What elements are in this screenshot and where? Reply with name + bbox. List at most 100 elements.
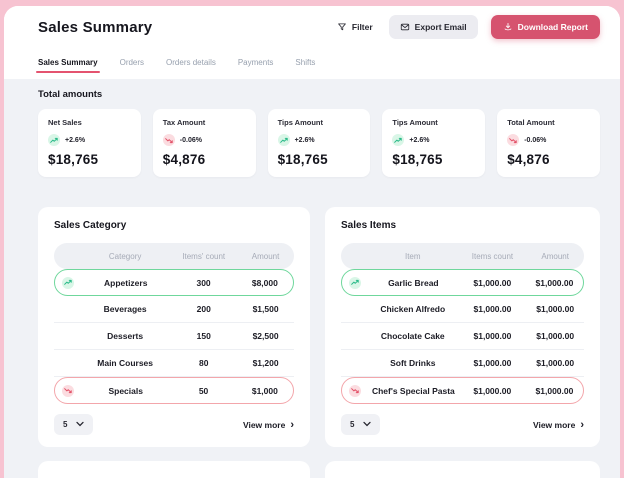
page-title: Sales Summary	[38, 18, 153, 36]
row-name: Chocolate Cake	[380, 331, 445, 341]
row-count: 50	[198, 385, 209, 396]
chevron-right-icon: ›	[290, 418, 294, 431]
stat-label: Tips Amount	[277, 118, 324, 127]
stat-trend: +2.6%	[277, 134, 361, 146]
row-name: Soft Drinks	[390, 358, 436, 368]
tab-orders[interactable]: Orders	[120, 53, 144, 74]
stat-amount: $18,765	[392, 152, 443, 167]
stat-trend: -0.06%	[507, 134, 590, 146]
row-amount: $2,500	[252, 331, 279, 341]
row-count: $1,000.00	[473, 277, 512, 288]
stat-card: Tips Amount +2.6% $18,765	[382, 109, 486, 177]
row-amount: $1,000.00	[536, 304, 575, 314]
filter-button[interactable]: Filter	[331, 16, 379, 38]
table-row: Garlic Bread $1,000.00 $1,000.00	[341, 269, 584, 296]
page-size-dropdown[interactable]: 5	[54, 414, 94, 435]
stat-trend: +2.6%	[392, 134, 475, 146]
stat-change: +2.6%	[409, 136, 430, 144]
panel-sales-category: Sales Category Category Items' count Amoun…	[38, 207, 310, 447]
stat-trend: -0.06%	[162, 134, 246, 146]
row-name: Appetizers	[103, 277, 148, 288]
funnel-icon	[337, 22, 347, 32]
page: Sales Summary Filter Export Email Downlo…	[4, 6, 620, 478]
tab-shifts[interactable]: Shifts	[295, 53, 315, 74]
row-name: Main Courses	[97, 358, 154, 368]
stat-amount: $4,876	[162, 152, 206, 167]
table-row: Beverages 200 $1,500	[54, 296, 294, 323]
trend-up-icon	[392, 134, 405, 146]
panel-title: Sales Category	[54, 220, 127, 231]
row-name: Desserts	[107, 331, 144, 341]
table-body: Garlic Bread $1,000.00 $1,000.00 Chicken…	[341, 269, 584, 404]
row-count: 150	[196, 331, 211, 341]
column-header: Amount	[251, 251, 280, 261]
panels-row: Sales Category Category Items' count Amoun…	[38, 207, 600, 447]
chevron-down-icon	[76, 420, 85, 429]
panel-sales-items: Sales Items Item Items count Amount Garlic…	[325, 207, 600, 447]
stat-change: +2.6%	[294, 136, 315, 144]
row-name: Chef's Special Pasta	[371, 385, 455, 396]
column-header: Items' count	[182, 251, 226, 261]
download-report-button-label: Download Report	[517, 22, 588, 32]
export-email-button[interactable]: Export Email	[388, 15, 478, 39]
chevron-right-icon: ›	[580, 418, 584, 431]
bottom-cards-row	[38, 461, 600, 478]
stat-label: Tax Amount	[162, 118, 206, 127]
panel-title: Sales Items	[341, 220, 397, 231]
stat-trend: +2.6%	[48, 134, 131, 146]
tab-bar: Sales Summary Orders Orders details Payment…	[4, 48, 620, 79]
stat-amount: $18,765	[277, 152, 328, 167]
row-name: Garlic Bread	[388, 277, 439, 288]
view-more-label: View more	[532, 419, 576, 430]
row-amount: $1,000.00	[535, 277, 574, 288]
stat-label: Tips Amount	[392, 118, 438, 127]
trend-down-icon	[507, 134, 520, 146]
view-more-label: View more	[242, 419, 286, 430]
row-count: 80	[198, 358, 209, 368]
trend-up-icon	[277, 134, 290, 146]
column-header: Category	[108, 251, 142, 261]
table-row: Desserts 150 $2,500	[54, 323, 294, 350]
page-size-value: 5	[350, 420, 355, 429]
stat-card: Total Amount -0.06% $4,876	[497, 109, 600, 177]
trend-down-icon	[62, 384, 74, 397]
stat-label: Net Sales	[48, 118, 82, 127]
table-footer: 5 View more ›	[341, 414, 584, 435]
trend-down-icon	[162, 134, 175, 146]
row-amount: $1,000.00	[535, 385, 574, 396]
stat-amount: $18,765	[48, 152, 99, 167]
page-size-value: 5	[63, 420, 68, 429]
view-more-link[interactable]: View more ›	[532, 418, 584, 431]
column-header: Items count	[471, 251, 514, 261]
view-more-link[interactable]: View more ›	[242, 418, 294, 431]
stat-label: Total Amount	[507, 118, 555, 127]
table-row: Specials 50 $1,000	[54, 377, 294, 404]
table-row: Appetizers 300 $8,000	[54, 269, 294, 296]
page-size-dropdown[interactable]: 5	[341, 414, 381, 435]
download-report-button[interactable]: Download Report	[490, 15, 600, 39]
total-amounts-heading: Total amounts	[38, 89, 103, 100]
stat-change: +2.6%	[65, 136, 86, 144]
page-header: Sales Summary Filter Export Email Downlo…	[4, 6, 620, 48]
column-header: Amount	[541, 251, 569, 261]
table-row: Chocolate Cake $1,000.00 $1,000.00	[341, 323, 584, 350]
trend-up-icon	[349, 276, 361, 289]
row-amount: $1,000	[251, 385, 278, 396]
row-count: $1,000.00	[473, 358, 512, 368]
tab-sales-summary[interactable]: Sales Summary	[36, 53, 100, 74]
row-count: $1,000.00	[473, 385, 512, 396]
table-row: Soft Drinks $1,000.00 $1,000.00	[341, 350, 584, 377]
tab-payments[interactable]: Payments	[238, 53, 274, 74]
partial-card	[38, 461, 310, 478]
stat-change: -0.06%	[524, 136, 547, 144]
table-body: Appetizers 300 $8,000 Beverages 200 $1,5…	[54, 269, 294, 404]
table-row: Main Courses 80 $1,200	[54, 350, 294, 377]
tab-orders-details[interactable]: Orders details	[166, 53, 216, 74]
content-area: Total amounts Net Sales +2.6% $18,765 Ta…	[4, 79, 620, 478]
row-amount: $8,000	[251, 277, 278, 288]
row-count: $1,000.00	[473, 331, 512, 341]
table-row: Chicken Alfredo $1,000.00 $1,000.00	[341, 296, 584, 323]
stat-card: Net Sales +2.6% $18,765	[38, 109, 141, 177]
row-count: 300	[196, 277, 211, 288]
trend-up-icon	[62, 276, 74, 289]
